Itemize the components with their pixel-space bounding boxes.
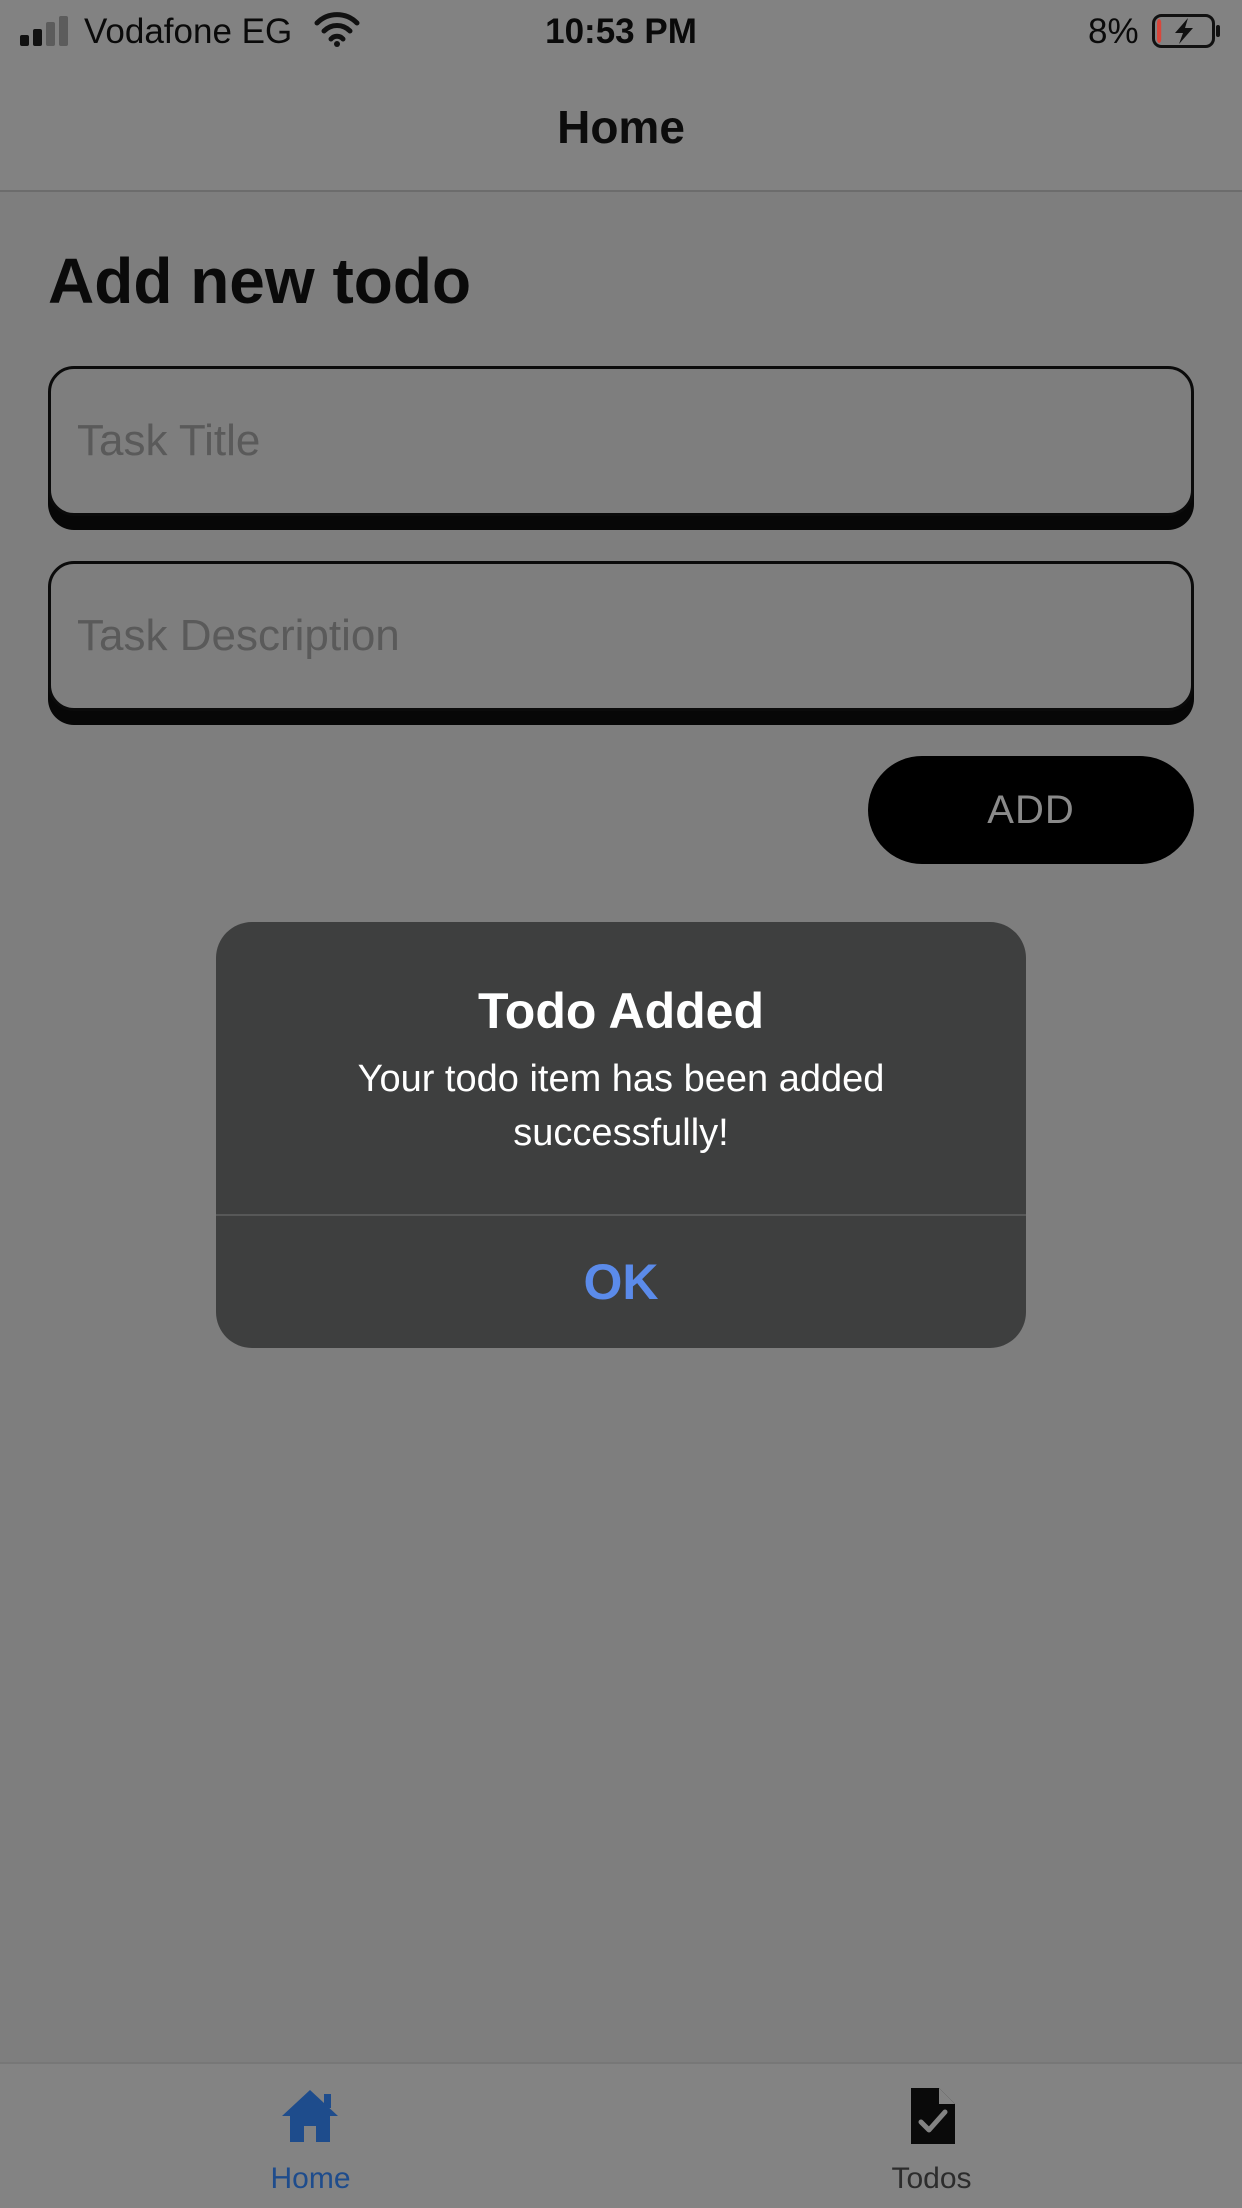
dialog-ok-button[interactable]: OK bbox=[216, 1216, 1026, 1348]
screen: Vodafone EG 10:53 PM 8% Home Add new tod… bbox=[0, 0, 1242, 2208]
dialog-title: Todo Added bbox=[477, 983, 765, 1039]
battery-charging-icon bbox=[1152, 14, 1220, 48]
tab-todos-label: Todos bbox=[891, 2162, 972, 2195]
task-description-input[interactable] bbox=[51, 564, 1191, 708]
dialog-message: Your todo item has been added successful… bbox=[357, 1058, 885, 1154]
task-title-field[interactable] bbox=[48, 366, 1194, 516]
tab-home[interactable]: Home bbox=[0, 2064, 621, 2208]
task-title-input[interactable] bbox=[51, 369, 1191, 513]
battery-percent: 8% bbox=[1088, 12, 1139, 51]
tab-home-label: Home bbox=[270, 2162, 351, 2195]
page-title: Add new todo bbox=[48, 245, 472, 317]
status-time: 10:53 PM bbox=[545, 12, 697, 51]
tab-todos[interactable]: Todos bbox=[621, 2064, 1242, 2208]
home-icon bbox=[282, 2090, 338, 2142]
tab-bar: Home Todos bbox=[0, 2062, 1242, 2208]
status-bar: Vodafone EG 10:53 PM 8% bbox=[0, 0, 1242, 64]
nav-title: Home bbox=[557, 101, 685, 153]
task-description-field[interactable] bbox=[48, 561, 1194, 711]
document-check-icon bbox=[911, 2088, 955, 2144]
alert-dialog: Todo Added Your todo item has been added… bbox=[216, 922, 1026, 1348]
add-button[interactable]: ADD bbox=[868, 756, 1194, 864]
navigation-bar: Home bbox=[0, 64, 1242, 192]
